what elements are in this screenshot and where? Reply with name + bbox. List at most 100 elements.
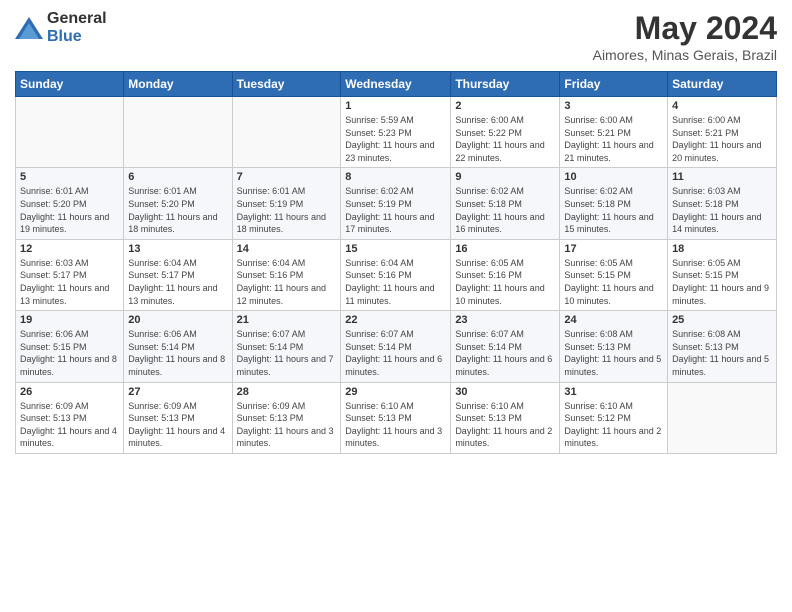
table-row: 27 Sunrise: 6:09 AM Sunset: 5:13 PM Dayli…: [124, 382, 232, 453]
day-info: Sunrise: 6:02 AM Sunset: 5:19 PM Dayligh…: [345, 185, 446, 235]
col-sunday: Sunday: [16, 72, 124, 97]
col-friday: Friday: [560, 72, 668, 97]
table-row: 18 Sunrise: 6:05 AM Sunset: 5:15 PM Dayli…: [668, 239, 777, 310]
col-thursday: Thursday: [451, 72, 560, 97]
day-info: Sunrise: 6:10 AM Sunset: 5:13 PM Dayligh…: [455, 400, 555, 450]
table-row: 25 Sunrise: 6:08 AM Sunset: 5:13 PM Dayli…: [668, 311, 777, 382]
table-row: 13 Sunrise: 6:04 AM Sunset: 5:17 PM Dayli…: [124, 239, 232, 310]
table-row: [232, 97, 341, 168]
table-row: 19 Sunrise: 6:06 AM Sunset: 5:15 PM Dayli…: [16, 311, 124, 382]
day-info: Sunrise: 6:09 AM Sunset: 5:13 PM Dayligh…: [237, 400, 337, 450]
col-tuesday: Tuesday: [232, 72, 341, 97]
day-info: Sunrise: 6:02 AM Sunset: 5:18 PM Dayligh…: [564, 185, 663, 235]
day-number: 12: [20, 243, 119, 255]
day-number: 19: [20, 314, 119, 326]
table-row: 7Sunrise: 6:01 AM Sunset: 5:19 PM Daylig…: [232, 168, 341, 239]
day-info: Sunrise: 6:07 AM Sunset: 5:14 PM Dayligh…: [455, 328, 555, 378]
table-row: 1Sunrise: 5:59 AM Sunset: 5:23 PM Daylig…: [341, 97, 451, 168]
table-row: 26Sunrise: 6:09 AM Sunset: 5:13 PM Dayli…: [16, 382, 124, 453]
table-row: 31Sunrise: 6:10 AM Sunset: 5:12 PM Dayli…: [560, 382, 668, 453]
day-number: 31: [564, 386, 663, 398]
day-number: 4: [672, 100, 772, 112]
day-number: 6: [128, 171, 227, 183]
month-year: May 2024: [593, 10, 777, 47]
table-row: 20 Sunrise: 6:06 AM Sunset: 5:14 PM Dayli…: [124, 311, 232, 382]
table-row: 2Sunrise: 6:00 AM Sunset: 5:22 PM Daylig…: [451, 97, 560, 168]
calendar-week-1: 1Sunrise: 5:59 AM Sunset: 5:23 PM Daylig…: [16, 97, 777, 168]
table-row: [668, 382, 777, 453]
day-number: 27: [128, 386, 227, 398]
header: General Blue May 2024 Aimores, Minas Ger…: [15, 10, 777, 63]
table-row: [124, 97, 232, 168]
table-row: 9 Sunrise: 6:02 AM Sunset: 5:18 PM Daylig…: [451, 168, 560, 239]
day-number: 7: [237, 171, 337, 183]
day-info: Sunrise: 6:05 AM Sunset: 5:15 PM Dayligh…: [672, 257, 772, 307]
day-info: Sunrise: 6:10 AM Sunset: 5:13 PM Dayligh…: [345, 400, 446, 450]
logo: General Blue: [15, 10, 107, 46]
day-info: Sunrise: 6:06 AM Sunset: 5:14 PM Dayligh…: [128, 328, 227, 378]
table-row: 5Sunrise: 6:01 AM Sunset: 5:20 PM Daylig…: [16, 168, 124, 239]
day-info: Sunrise: 6:05 AM Sunset: 5:16 PM Dayligh…: [455, 257, 555, 307]
day-number: 2: [455, 100, 555, 112]
day-number: 15: [345, 243, 446, 255]
day-number: 21: [237, 314, 337, 326]
table-row: 22 Sunrise: 6:07 AM Sunset: 5:14 PM Dayli…: [341, 311, 451, 382]
day-number: 23: [455, 314, 555, 326]
table-row: 16 Sunrise: 6:05 AM Sunset: 5:16 PM Dayli…: [451, 239, 560, 310]
table-row: 12 Sunrise: 6:03 AM Sunset: 5:17 PM Dayli…: [16, 239, 124, 310]
day-info: Sunrise: 6:03 AM Sunset: 5:17 PM Dayligh…: [20, 257, 119, 307]
table-row: 4 Sunrise: 6:00 AM Sunset: 5:21 PM Daylig…: [668, 97, 777, 168]
location: Aimores, Minas Gerais, Brazil: [593, 47, 777, 63]
table-row: [16, 97, 124, 168]
day-info: Sunrise: 6:07 AM Sunset: 5:14 PM Dayligh…: [345, 328, 446, 378]
logo-blue: Blue: [47, 28, 82, 45]
table-row: 17 Sunrise: 6:05 AM Sunset: 5:15 PM Dayli…: [560, 239, 668, 310]
day-number: 13: [128, 243, 227, 255]
table-row: 6 Sunrise: 6:01 AM Sunset: 5:20 PM Daylig…: [124, 168, 232, 239]
day-number: 1: [345, 100, 446, 112]
day-number: 8: [345, 171, 446, 183]
day-info: Sunrise: 6:04 AM Sunset: 5:17 PM Dayligh…: [128, 257, 227, 307]
day-info: Sunrise: 6:04 AM Sunset: 5:16 PM Dayligh…: [237, 257, 337, 307]
table-row: 24Sunrise: 6:08 AM Sunset: 5:13 PM Dayli…: [560, 311, 668, 382]
table-row: 28Sunrise: 6:09 AM Sunset: 5:13 PM Dayli…: [232, 382, 341, 453]
day-info: Sunrise: 6:02 AM Sunset: 5:18 PM Dayligh…: [455, 185, 555, 235]
day-number: 22: [345, 314, 446, 326]
table-row: 14 Sunrise: 6:04 AM Sunset: 5:16 PM Dayli…: [232, 239, 341, 310]
calendar-week-5: 26Sunrise: 6:09 AM Sunset: 5:13 PM Dayli…: [16, 382, 777, 453]
day-number: 16: [455, 243, 555, 255]
calendar-header-row: Sunday Monday Tuesday Wednesday Thursday…: [16, 72, 777, 97]
table-row: 29 Sunrise: 6:10 AM Sunset: 5:13 PM Dayli…: [341, 382, 451, 453]
calendar-week-4: 19 Sunrise: 6:06 AM Sunset: 5:15 PM Dayli…: [16, 311, 777, 382]
day-number: 9: [455, 171, 555, 183]
day-info: Sunrise: 6:01 AM Sunset: 5:20 PM Dayligh…: [20, 185, 119, 235]
day-number: 24: [564, 314, 663, 326]
day-number: 18: [672, 243, 772, 255]
day-number: 17: [564, 243, 663, 255]
day-number: 20: [128, 314, 227, 326]
day-info: Sunrise: 6:00 AM Sunset: 5:21 PM Dayligh…: [564, 114, 663, 164]
day-info: Sunrise: 6:08 AM Sunset: 5:13 PM Dayligh…: [672, 328, 772, 378]
day-info: Sunrise: 6:04 AM Sunset: 5:16 PM Dayligh…: [345, 257, 446, 307]
day-info: Sunrise: 6:00 AM Sunset: 5:21 PM Dayligh…: [672, 114, 772, 164]
calendar-table: Sunday Monday Tuesday Wednesday Thursday…: [15, 71, 777, 454]
day-info: Sunrise: 6:07 AM Sunset: 5:14 PM Dayligh…: [237, 328, 337, 378]
day-number: 10: [564, 171, 663, 183]
day-info: Sunrise: 6:05 AM Sunset: 5:15 PM Dayligh…: [564, 257, 663, 307]
day-info: Sunrise: 6:01 AM Sunset: 5:20 PM Dayligh…: [128, 185, 227, 235]
table-row: 15 Sunrise: 6:04 AM Sunset: 5:16 PM Dayli…: [341, 239, 451, 310]
day-number: 3: [564, 100, 663, 112]
day-number: 11: [672, 171, 772, 183]
table-row: 23 Sunrise: 6:07 AM Sunset: 5:14 PM Dayli…: [451, 311, 560, 382]
day-number: 14: [237, 243, 337, 255]
table-row: 21 Sunrise: 6:07 AM Sunset: 5:14 PM Dayli…: [232, 311, 341, 382]
day-number: 29: [345, 386, 446, 398]
day-info: Sunrise: 6:03 AM Sunset: 5:18 PM Dayligh…: [672, 185, 772, 235]
col-saturday: Saturday: [668, 72, 777, 97]
day-info: Sunrise: 6:06 AM Sunset: 5:15 PM Dayligh…: [20, 328, 119, 378]
page: General Blue May 2024 Aimores, Minas Ger…: [0, 0, 792, 612]
day-info: Sunrise: 6:09 AM Sunset: 5:13 PM Dayligh…: [128, 400, 227, 450]
table-row: 10 Sunrise: 6:02 AM Sunset: 5:18 PM Dayli…: [560, 168, 668, 239]
day-number: 25: [672, 314, 772, 326]
logo-text: General Blue: [47, 10, 107, 46]
